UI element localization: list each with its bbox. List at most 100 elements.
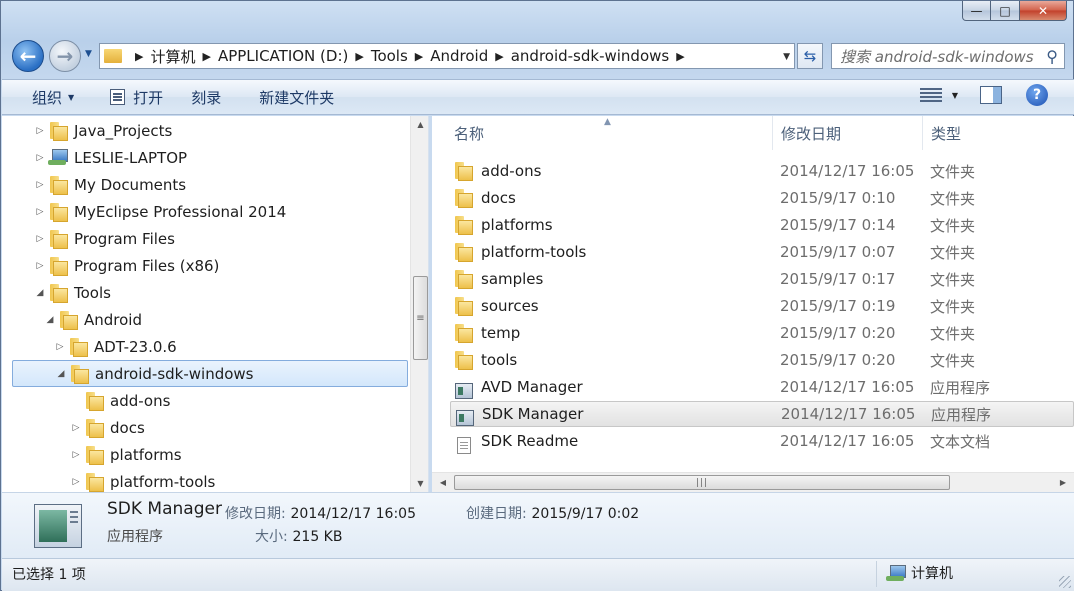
address-history-dropdown-icon[interactable]: ▼ — [783, 52, 790, 62]
file-row[interactable]: docs 2015/9/17 0:10 文件夹 — [450, 185, 1074, 211]
scroll-up-icon[interactable]: ▲ — [411, 116, 428, 133]
resize-grip-icon[interactable] — [1059, 576, 1071, 588]
breadcrumb-item[interactable]: android-sdk-windows — [511, 47, 670, 65]
tree-item[interactable]: ▷ platforms — [2, 441, 408, 468]
file-modified-date: 2015/9/17 0:10 — [780, 189, 896, 207]
modified-label: 修改日期: — [225, 506, 286, 522]
breadcrumb-separator-icon[interactable]: ▶ — [495, 50, 503, 63]
search-input[interactable]: 搜索 android-sdk-windows — [840, 46, 1034, 67]
tree-item[interactable]: add-ons — [2, 387, 408, 414]
tree-item[interactable]: ▷ My Documents — [2, 171, 408, 198]
file-modified-date: 2015/9/17 0:20 — [780, 351, 896, 369]
tree-item[interactable]: ▷ platform-tools — [2, 468, 408, 492]
collapse-arrow-icon[interactable]: ◢ — [44, 315, 56, 325]
breadcrumb-item[interactable]: APPLICATION (D:) — [218, 47, 348, 65]
breadcrumb-item[interactable]: Android — [430, 47, 488, 65]
folder-icon — [86, 419, 104, 438]
breadcrumb-item[interactable]: 计算机 — [150, 46, 195, 67]
breadcrumb-separator-icon[interactable]: ▶ — [135, 50, 143, 63]
address-bar[interactable]: ▶ 计算机 ▶ APPLICATION (D:) ▶ Tools ▶ Android ▶ andr… — [99, 43, 795, 69]
file-row[interactable]: SDK Manager 2014/12/17 16:05 应用程序 — [450, 401, 1074, 427]
maximize-button[interactable]: □ — [991, 1, 1020, 21]
breadcrumb-separator-icon[interactable]: ▶ — [415, 50, 423, 63]
folder-icon — [50, 284, 68, 303]
file-row[interactable]: AVD Manager 2014/12/17 16:05 应用程序 — [450, 374, 1074, 400]
tree-item[interactable]: ▷ docs — [2, 414, 408, 441]
expand-arrow-icon[interactable]: ▷ — [34, 207, 46, 217]
file-modified-date: 2015/9/17 0:17 — [780, 270, 896, 288]
tree-item-label: add-ons — [110, 391, 171, 410]
folder-icon — [50, 257, 68, 276]
expand-arrow-icon[interactable]: ▷ — [34, 261, 46, 271]
file-row[interactable]: platforms 2015/9/17 0:14 文件夹 — [450, 212, 1074, 238]
file-name: temp — [481, 324, 521, 342]
breadcrumb-separator-icon[interactable]: ▶ — [355, 50, 363, 63]
scroll-right-icon[interactable]: ▶ — [1054, 473, 1072, 492]
file-type: 文件夹 — [930, 162, 976, 181]
expand-arrow-icon[interactable]: ▷ — [34, 234, 46, 244]
tree-item[interactable]: ▷ Program Files (x86) — [2, 252, 408, 279]
file-type: 应用程序 — [931, 405, 992, 424]
expand-arrow-icon[interactable]: ▷ — [34, 180, 46, 190]
expand-arrow-icon[interactable]: ▷ — [70, 450, 82, 460]
list-horizontal-scrollbar[interactable]: ◀ ||| ▶ — [432, 472, 1074, 492]
burn-button[interactable]: 刻录 — [179, 83, 233, 111]
breadcrumb-item[interactable]: Tools — [371, 47, 408, 65]
new-folder-button[interactable]: 新建文件夹 — [247, 83, 346, 111]
tree-item[interactable]: ▷ MyEclipse Professional 2014 — [2, 198, 408, 225]
recent-pages-dropdown-icon[interactable]: ▼ — [85, 49, 92, 59]
expand-arrow-icon[interactable]: ▷ — [34, 126, 46, 136]
folder-icon — [455, 324, 473, 343]
expand-arrow-icon[interactable]: ▷ — [54, 342, 66, 352]
file-row[interactable]: SDK Readme 2014/12/17 16:05 文本文档 — [450, 428, 1074, 454]
scroll-thumb[interactable]: ≡ — [413, 276, 428, 360]
close-button[interactable]: ✕ — [1020, 1, 1067, 21]
file-row[interactable]: add-ons 2014/12/17 16:05 文件夹 — [450, 158, 1074, 184]
open-label: 打开 — [133, 88, 164, 107]
scroll-thumb[interactable]: ||| — [454, 475, 950, 490]
column-header-type[interactable]: 类型 — [923, 116, 1074, 150]
preview-pane-icon[interactable] — [980, 86, 1002, 104]
expand-arrow-icon[interactable]: ▷ — [70, 423, 82, 433]
tree-item[interactable]: ▷ LESLIE-LAPTOP — [2, 144, 408, 171]
tree-item[interactable]: ◢ Tools — [2, 279, 408, 306]
minimize-button[interactable]: — — [962, 1, 991, 21]
search-icon[interactable]: ⚲ — [1046, 47, 1058, 66]
tree-item[interactable]: ◢ Android — [2, 306, 408, 333]
breadcrumb-separator-icon[interactable]: ▶ — [202, 50, 210, 63]
details-pane: SDK Manager 应用程序 修改日期: 2014/12/17 16:05 … — [2, 492, 1074, 558]
scroll-down-icon[interactable]: ▼ — [411, 475, 428, 492]
breadcrumb-separator-icon[interactable]: ▶ — [676, 50, 684, 63]
column-header-date[interactable]: 修改日期 — [773, 116, 923, 150]
tree-item[interactable]: ◢ android-sdk-windows — [12, 360, 408, 387]
file-row[interactable]: sources 2015/9/17 0:19 文件夹 — [450, 293, 1074, 319]
collapse-arrow-icon[interactable]: ◢ — [55, 369, 67, 379]
chevron-down-icon[interactable]: ▼ — [952, 91, 958, 100]
organize-button[interactable]: 组织 ▼ — [20, 83, 86, 111]
file-row[interactable]: platform-tools 2015/9/17 0:07 文件夹 — [450, 239, 1074, 265]
size-label: 大小: — [255, 529, 288, 545]
expand-arrow-icon[interactable]: ▷ — [70, 477, 82, 487]
expand-arrow-icon[interactable]: ▷ — [34, 153, 46, 163]
file-row[interactable]: samples 2015/9/17 0:17 文件夹 — [450, 266, 1074, 292]
help-icon[interactable]: ? — [1026, 84, 1048, 106]
collapse-arrow-icon[interactable]: ◢ — [34, 288, 46, 298]
tree-item[interactable]: ▷ Program Files — [2, 225, 408, 252]
scroll-left-icon[interactable]: ◀ — [434, 473, 452, 492]
back-button[interactable]: ← — [12, 40, 44, 72]
nav-vertical-scrollbar[interactable]: ▲ ≡ ▼ — [410, 116, 428, 492]
file-type: 文件夹 — [930, 324, 976, 343]
forward-button[interactable]: → — [49, 40, 81, 72]
folder-icon — [86, 392, 104, 411]
file-modified-date: 2015/9/17 0:07 — [780, 243, 896, 261]
search-box[interactable]: 搜索 android-sdk-windows ⚲ — [831, 43, 1065, 69]
refresh-button[interactable]: ⇆ — [797, 43, 823, 69]
tree-item[interactable]: ▷ Java_Projects — [2, 117, 408, 144]
file-modified-date: 2015/9/17 0:19 — [780, 297, 896, 315]
file-row[interactable]: tools 2015/9/17 0:20 文件夹 — [450, 347, 1074, 373]
view-options-icon[interactable] — [919, 86, 942, 104]
file-row[interactable]: temp 2015/9/17 0:20 文件夹 — [450, 320, 1074, 346]
file-modified-date: 2014/12/17 16:05 — [780, 378, 915, 396]
tree-item[interactable]: ▷ ADT-23.0.6 — [2, 333, 408, 360]
open-button[interactable]: 打开 — [98, 83, 175, 111]
